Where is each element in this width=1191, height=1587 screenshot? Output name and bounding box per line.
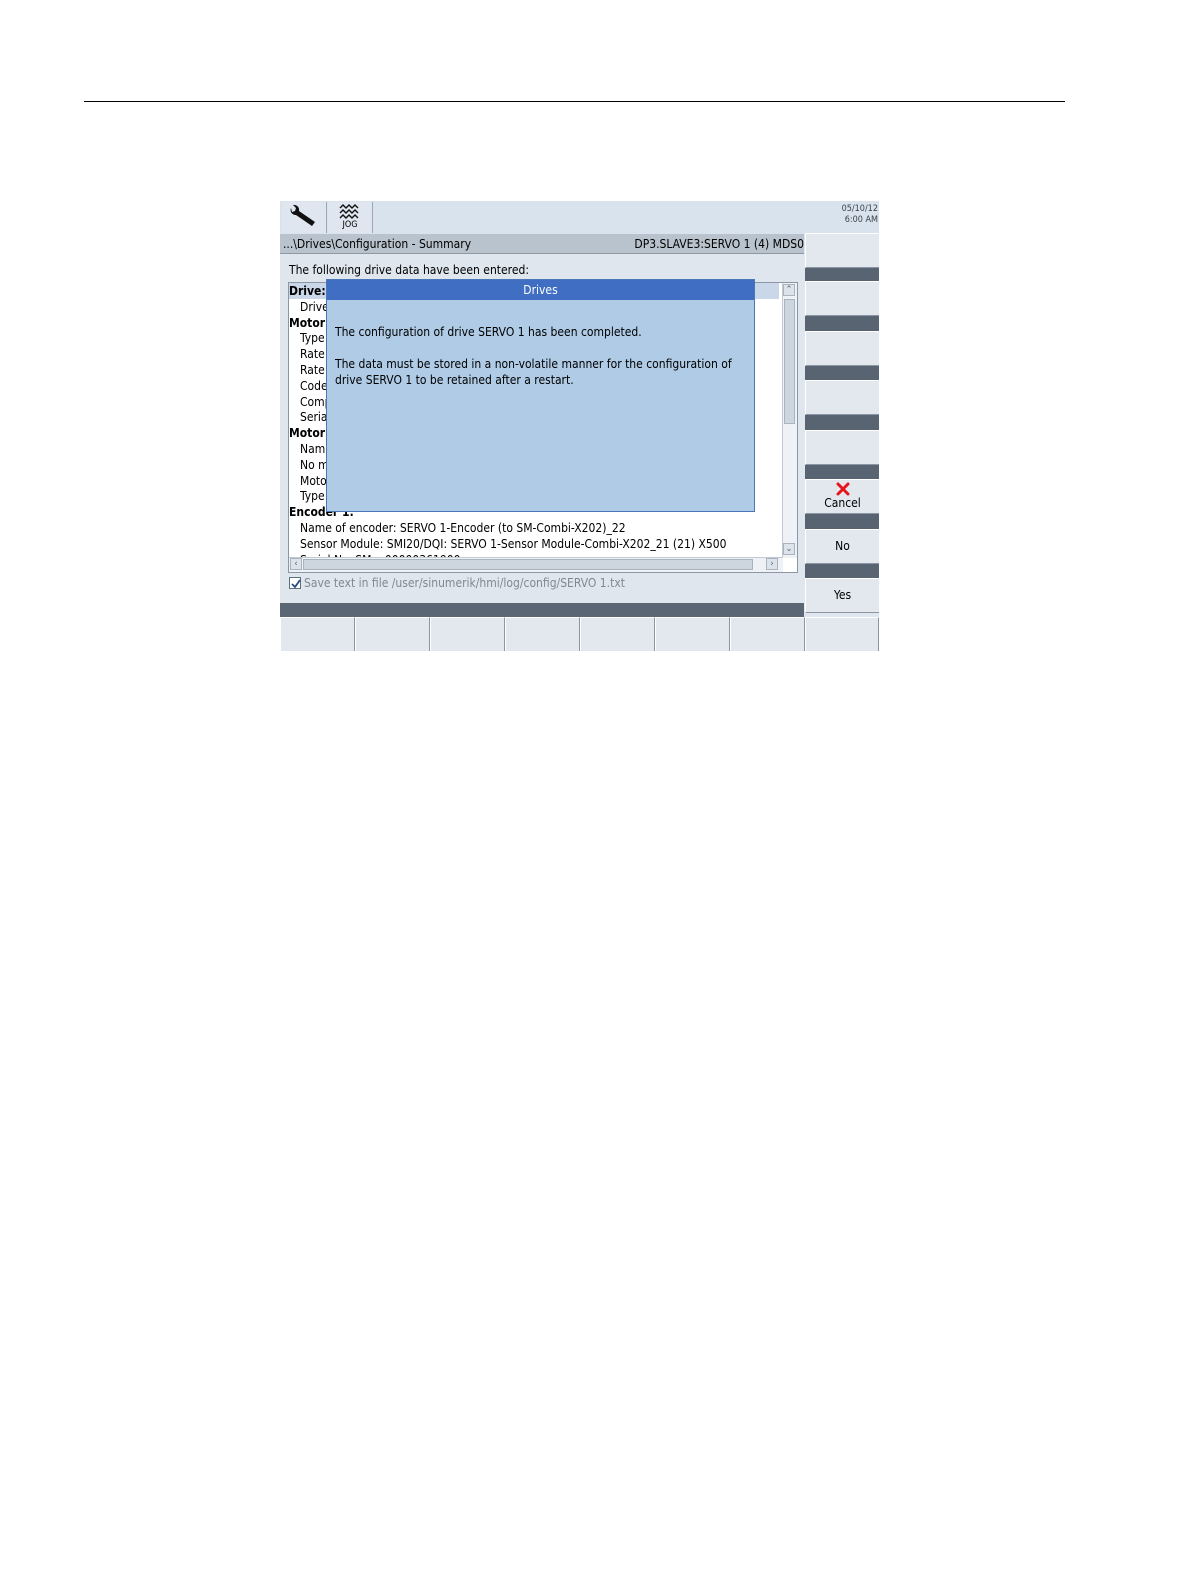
dialog-message-line-3: drive SERVO 1 to be retained after a res… [335,373,574,387]
page-divider-line [84,101,1065,102]
horizontal-softkey-separator [280,603,804,617]
softkey-h1[interactable] [280,617,355,651]
softkey-label: Cancel [824,496,861,510]
save-checkbox-label: Save text in file /user/sinumerik/hmi/lo… [304,576,625,590]
cancel-button[interactable]: Cancel [805,479,879,514]
list-item: Sensor Module: SMI20/DQI: SERVO 1-Sensor… [300,536,727,551]
jog-mode-indicator: JOG [328,202,373,233]
no-button[interactable]: No [805,529,879,564]
softkey-separator [805,465,879,479]
list-item: Type [300,331,325,346]
list-item: Seria [300,410,328,425]
jog-wave-icon [339,204,359,219]
path-bar: ...\Drives\Configuration - Summary DP3.S… [280,234,804,254]
wrench-icon [290,204,315,226]
softkey-separator [805,268,879,281]
softkey-separator [805,564,879,578]
list-item: No m [300,457,329,472]
intro-text: The following drive data have been enter… [289,263,529,277]
vertical-scrollbar[interactable]: ⌃ ⌄ [782,283,797,558]
scroll-right-icon[interactable]: › [766,558,778,570]
drives-dialog: Drives The configuration of drive SERVO … [326,279,755,512]
dialog-message-line-2: The data must be stored in a non-volatil… [335,357,732,371]
list-item: Name of encoder: SERVO 1-Encoder (to SM-… [300,521,626,535]
setup-area-button[interactable] [282,202,327,233]
softkey-label: No [835,539,850,553]
softkey-v4[interactable] [805,380,879,415]
softkey-h5[interactable] [580,617,655,651]
softkey-label: Yes [833,588,852,602]
softkey-h2[interactable] [355,617,430,651]
list-item: Drive [300,299,329,314]
red-x-icon [806,482,879,496]
horizontal-scroll-thumb[interactable] [303,559,753,570]
mode-label: JOG [342,220,358,230]
list-item: Rate [300,363,325,377]
softkey-separator [805,415,879,430]
vertical-scroll-thumb[interactable] [784,299,795,424]
scroll-left-icon[interactable]: ‹ [290,558,302,570]
time-text: 6:00 AM [844,215,878,225]
softkey-h7[interactable] [730,617,805,651]
list-item: Code [300,378,328,393]
softkey-h3[interactable] [430,617,505,651]
softkey-v1[interactable] [805,233,879,268]
scroll-down-icon[interactable]: ⌄ [783,543,795,555]
softkey-separator [805,316,879,331]
yes-button[interactable]: Yes [805,578,879,613]
dialog-title: Drives [327,280,754,300]
hmi-screen: JOG 05/10/12 6:00 AM ...\Drives\Configur… [280,201,879,651]
breadcrumb: ...\Drives\Configuration - Summary [283,237,472,251]
header-bar: JOG 05/10/12 6:00 AM [280,201,879,234]
list-item: Nam [300,442,326,456]
softkey-h6[interactable] [655,617,730,651]
horizontal-scrollbar[interactable]: ‹ › [289,557,783,572]
drive-object-label: DP3.SLAVE3:SERVO 1 (4) MDS0 [634,237,804,251]
softkey-v3[interactable] [805,331,879,366]
dialog-message-line-1: The configuration of drive SERVO 1 has b… [335,325,642,339]
list-item: Type [300,489,325,504]
date-time: 05/10/12 6:00 AM [842,204,878,226]
softkey-h4[interactable] [505,617,580,651]
list-item: Moto [300,473,327,488]
softkey-v5[interactable] [805,430,879,465]
list-item: Rate [300,347,325,362]
scroll-up-icon[interactable]: ⌃ [783,284,795,296]
checkmark-icon [291,579,301,589]
softkey-v2[interactable] [805,281,879,316]
date-text: 05/10/12 [841,204,878,214]
list-item: Motor: [289,426,330,441]
softkey-separator [805,514,879,529]
softkey-h8[interactable] [805,617,879,651]
softkey-separator [805,366,879,380]
save-checkbox[interactable] [289,577,301,589]
